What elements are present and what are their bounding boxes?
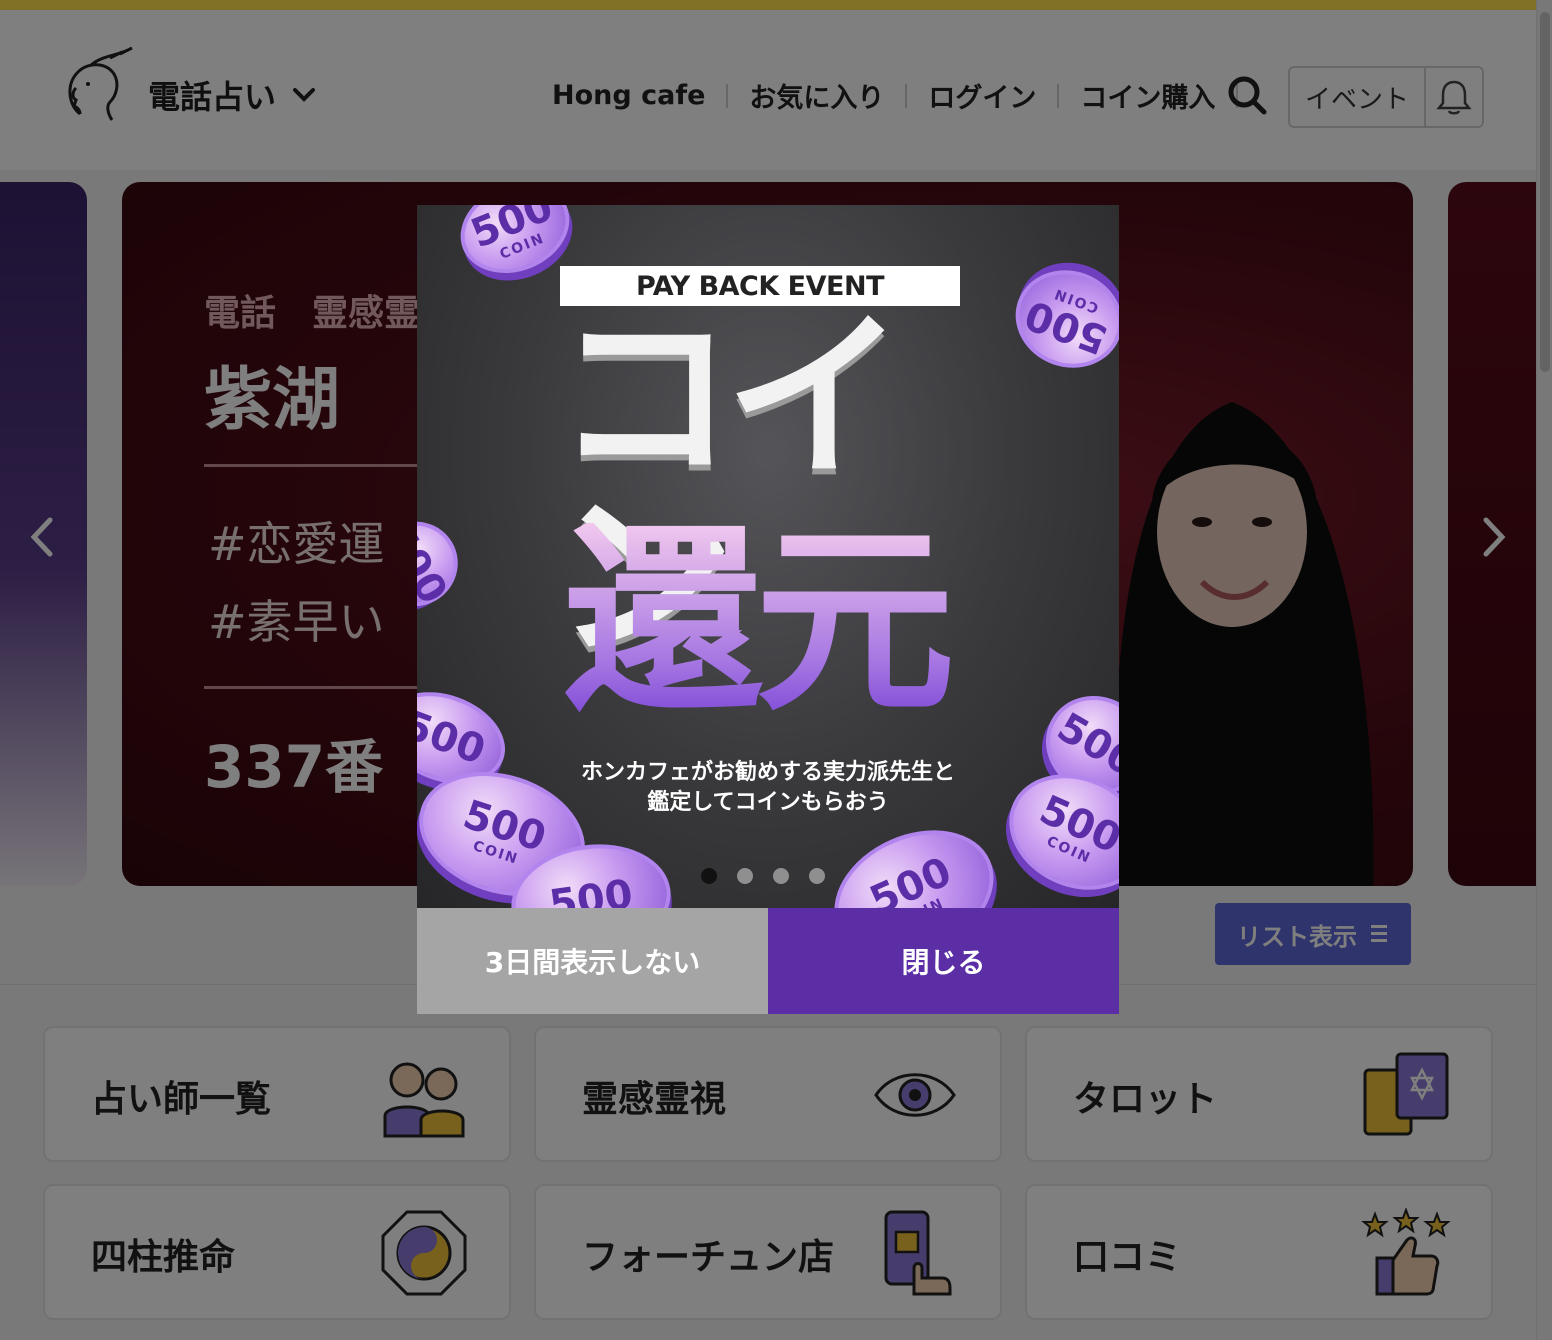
event-banner[interactable]: 500 COIN 500 COIN 500 500 500 COIN 500 5… xyxy=(417,205,1119,908)
popup-actions: 3日間表示しない 閉じる xyxy=(417,908,1119,1014)
event-subtitle: 還元 xyxy=(563,523,983,723)
pagination-dot[interactable] xyxy=(809,868,825,884)
pagination-dot-active[interactable] xyxy=(701,868,717,884)
coin-value: 500 xyxy=(417,516,456,612)
banner-pagination xyxy=(701,868,825,884)
event-popup: 500 COIN 500 COIN 500 500 500 COIN 500 5… xyxy=(417,205,1119,1014)
coin-image: 500 COIN xyxy=(814,806,1014,908)
coin-value: 500 xyxy=(863,848,959,908)
coin-value: 500 xyxy=(546,871,636,908)
event-description-line: ホンカフェがお勧めする実力派先生と xyxy=(580,760,955,785)
close-popup-button[interactable]: 閉じる xyxy=(768,908,1119,1014)
pagination-dot[interactable] xyxy=(773,868,789,884)
coin-image: 500 COIN xyxy=(1001,255,1119,383)
event-description-line: 鑑定してコインもらおう xyxy=(647,790,889,815)
hide-3-days-button[interactable]: 3日間表示しない xyxy=(417,908,768,1014)
pagination-dot[interactable] xyxy=(737,868,753,884)
coin-image: 500 xyxy=(417,506,474,622)
event-description: ホンカフェがお勧めする実力派先生と 鑑定してコインもらおう xyxy=(417,758,1119,818)
